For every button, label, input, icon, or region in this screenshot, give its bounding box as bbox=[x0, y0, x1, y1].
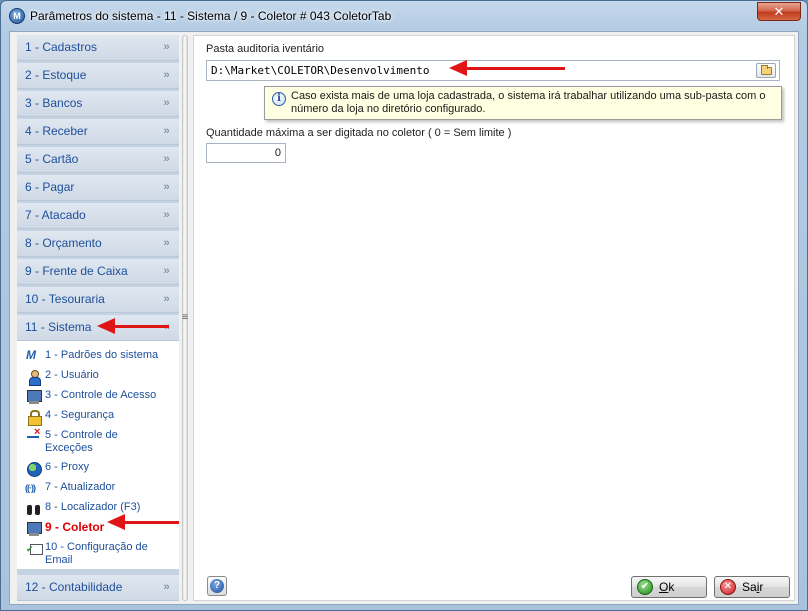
update-icon bbox=[25, 481, 42, 497]
sidebar-group-label: 5 - Cartão bbox=[25, 152, 79, 166]
sistema-item-proxy[interactable]: 6 - Proxy bbox=[26, 461, 160, 477]
sidebar-group-label: 9 - Frente de Caixa bbox=[25, 264, 128, 278]
chevron-down-icon: » bbox=[163, 97, 169, 109]
binoculars-icon bbox=[26, 501, 42, 517]
sistema-item-padroes[interactable]: M 1 - Padrões do sistema bbox=[26, 349, 160, 365]
chevron-down-icon: » bbox=[163, 153, 169, 165]
panel-splitter[interactable]: ≡ bbox=[180, 35, 190, 601]
sistema-item-label: 4 - Segurança bbox=[45, 409, 115, 421]
sidebar-group-frente-de-caixa[interactable]: 9 - Frente de Caixa » bbox=[17, 259, 179, 285]
info-icon: i bbox=[272, 92, 286, 106]
check-icon: ✔ bbox=[637, 579, 653, 595]
lock-icon bbox=[26, 409, 42, 426]
annotation-arrow-sistema bbox=[97, 317, 169, 335]
sistema-item-usuario[interactable]: 2 - Usuário bbox=[26, 369, 160, 386]
chevron-down-icon: » bbox=[163, 181, 169, 193]
sidebar-group-label: 6 - Pagar bbox=[25, 180, 75, 194]
sistema-item-seguranca[interactable]: 4 - Segurança bbox=[26, 409, 160, 426]
chevron-down-icon: » bbox=[163, 265, 169, 277]
ok-button[interactable]: ✔ Ok bbox=[631, 576, 707, 598]
sistema-item-label: 10 - Configuração de Email bbox=[45, 541, 148, 566]
audit-folder-label: Pasta auditoria iventário bbox=[206, 43, 325, 55]
info-tooltip: i Caso exista mais de uma loja cadastrad… bbox=[264, 86, 782, 120]
sidebar-group-label: 10 - Tesouraria bbox=[25, 292, 105, 306]
annotation-arrow-folder bbox=[449, 59, 565, 77]
sidebar-group-contabilidade[interactable]: 12 - Contabilidade » bbox=[17, 575, 179, 601]
sidebar-group-orcamento[interactable]: 8 - Orçamento » bbox=[17, 231, 179, 257]
max-quantity-input[interactable]: 0 bbox=[206, 143, 286, 163]
sistema-item-config-email[interactable]: 10 - Configuração de Email bbox=[26, 541, 160, 567]
max-quantity-label: Quantidade máxima a ser digitada no cole… bbox=[206, 127, 512, 139]
annotation-arrow-coletor bbox=[107, 513, 179, 531]
user-icon bbox=[26, 369, 42, 386]
window-title: Parâmetros do sistema - 11 - Sistema / 9… bbox=[30, 9, 392, 23]
sistema-item-label: 2 - Usuário bbox=[45, 369, 99, 381]
sistema-item-label: 6 - Proxy bbox=[45, 461, 90, 473]
sidebar-group-label: 12 - Contabilidade bbox=[25, 580, 123, 594]
email-config-icon bbox=[26, 541, 43, 557]
sidebar-group-label: 4 - Receber bbox=[25, 124, 88, 138]
sidebar-group-label: 3 - Bancos bbox=[25, 96, 83, 110]
sidebar-group-bancos[interactable]: 3 - Bancos » bbox=[17, 91, 179, 117]
sidebar-group-tesouraria[interactable]: 10 - Tesouraria » bbox=[17, 287, 179, 313]
chevron-down-icon: » bbox=[163, 209, 169, 221]
sistema-item-label: 7 - Atualizador bbox=[45, 481, 116, 493]
sistema-item-controle-excecoes[interactable]: 5 - Controle de Exceções bbox=[26, 426, 160, 455]
main-panel: Pasta auditoria iventário D:\Market\COLE… bbox=[193, 35, 795, 601]
sidebar-group-cadastros[interactable]: 1 - Cadastros » bbox=[17, 35, 179, 61]
sidebar-group-pagar[interactable]: 6 - Pagar » bbox=[17, 175, 179, 201]
sidebar-group-label: 8 - Orçamento bbox=[25, 236, 102, 250]
folder-icon bbox=[761, 65, 772, 75]
sistema-items-list: M 1 - Padrões do sistema 2 - Usuário 3 -… bbox=[17, 341, 179, 569]
ok-label: Ok bbox=[659, 580, 675, 594]
app-logo-icon: M bbox=[9, 8, 25, 24]
sistema-item-controle-acesso[interactable]: 3 - Controle de Acesso bbox=[26, 389, 160, 405]
sistema-item-label: 3 - Controle de Acesso bbox=[45, 389, 157, 401]
sistema-item-label: 1 - Padrões do sistema bbox=[45, 349, 159, 361]
help-icon: ? bbox=[210, 579, 224, 593]
sidebar-group-label: 7 - Atacado bbox=[25, 208, 86, 222]
sidebar-group-atacado[interactable]: 7 - Atacado » bbox=[17, 203, 179, 229]
computer-icon bbox=[26, 389, 42, 405]
exception-icon bbox=[26, 426, 42, 445]
sidebar-group-cartao[interactable]: 5 - Cartão » bbox=[17, 147, 179, 173]
chevron-down-icon: » bbox=[163, 69, 169, 81]
exit-icon: ✕ bbox=[720, 579, 736, 595]
chevron-down-icon: » bbox=[163, 237, 169, 249]
globe-icon bbox=[26, 461, 42, 477]
chevron-down-icon: » bbox=[163, 125, 169, 137]
sidebar-group-label: 1 - Cadastros bbox=[25, 40, 98, 54]
sidebar-group-receber[interactable]: 4 - Receber » bbox=[17, 119, 179, 145]
sidebar-group-label: 11 - Sistema bbox=[25, 320, 92, 334]
sistema-item-atualizador[interactable]: 7 - Atualizador bbox=[25, 481, 160, 497]
title-bar[interactable]: M Parâmetros do sistema - 11 - Sistema /… bbox=[1, 1, 807, 31]
sidebar-group-label: 2 - Estoque bbox=[25, 68, 87, 82]
chevron-down-icon: » bbox=[163, 581, 169, 593]
audit-folder-value: D:\Market\COLETOR\Desenvolvimento bbox=[211, 64, 430, 77]
m-logo-icon: M bbox=[26, 348, 36, 362]
app-window: M Parâmetros do sistema - 11 - Sistema /… bbox=[0, 0, 808, 611]
help-button[interactable]: ? bbox=[207, 576, 227, 596]
sistema-item-label: 5 - Controle de Exceções bbox=[45, 429, 118, 454]
computer-icon bbox=[26, 521, 42, 537]
tooltip-text: Caso exista mais de uma loja cadastrada,… bbox=[291, 90, 766, 115]
chevron-down-icon: » bbox=[163, 293, 169, 305]
chevron-down-icon: » bbox=[163, 41, 169, 53]
grip-icon: ≡ bbox=[182, 312, 188, 323]
exit-button[interactable]: ✕ Sair bbox=[714, 576, 790, 598]
close-button[interactable]: ✕ bbox=[757, 2, 801, 21]
browse-folder-button[interactable] bbox=[756, 63, 776, 78]
sidebar-group-estoque[interactable]: 2 - Estoque » bbox=[17, 63, 179, 89]
exit-label: Sair bbox=[742, 580, 764, 594]
